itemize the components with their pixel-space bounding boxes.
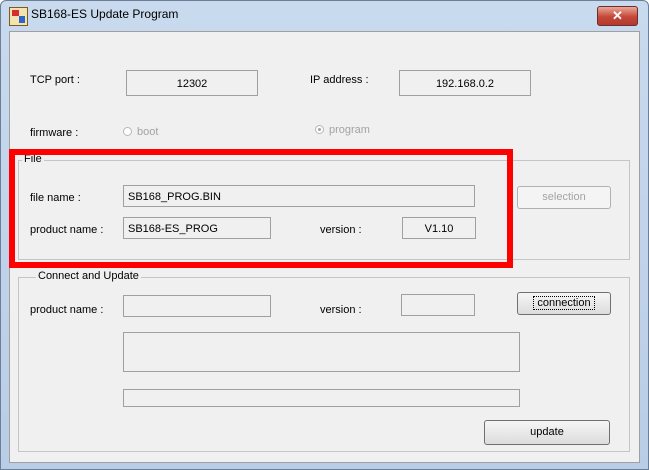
app-window: SB168-ES Update Program ✕ TCP port : 123…: [0, 0, 649, 470]
close-button[interactable]: ✕: [597, 6, 638, 26]
update-product-name-label: product name :: [30, 304, 104, 316]
file-group: [18, 160, 630, 260]
selection-button-label: selection: [542, 191, 586, 203]
file-name-field[interactable]: SB168_PROG.BIN: [123, 185, 475, 207]
update-group-title: Connect and Update: [36, 270, 141, 282]
product-name-label: product name :: [30, 224, 104, 236]
version-label: version :: [320, 224, 362, 236]
version-field[interactable]: V1.10: [402, 217, 476, 239]
radio-boot-indicator: [123, 127, 132, 136]
product-name-field[interactable]: SB168-ES_PROG: [123, 217, 271, 239]
tcp-port-label: TCP port :: [30, 74, 80, 86]
connection-button-label: connection: [533, 296, 595, 310]
file-name-label: file name :: [30, 192, 81, 204]
file-group-title: File: [22, 153, 44, 165]
update-product-name-field[interactable]: [123, 295, 271, 317]
ip-address-field[interactable]: 192.168.0.2: [399, 70, 531, 96]
client-area: TCP port : 12302 IP address : 192.168.0.…: [9, 31, 640, 463]
update-button[interactable]: update: [484, 420, 610, 445]
ip-address-label: IP address :: [310, 74, 369, 86]
firmware-label: firmware :: [30, 127, 79, 139]
update-button-label: update: [530, 426, 564, 438]
progress-bar: [123, 389, 520, 407]
app-icon: [9, 7, 28, 26]
connection-button[interactable]: connection: [517, 292, 611, 315]
radio-program-label: program: [329, 124, 370, 136]
selection-button[interactable]: selection: [517, 186, 611, 209]
window-title: SB168-ES Update Program: [31, 7, 179, 21]
title-bar[interactable]: SB168-ES Update Program ✕: [1, 1, 648, 31]
update-version-field[interactable]: [401, 294, 475, 316]
update-version-label: version :: [320, 304, 362, 316]
status-box: [123, 332, 520, 372]
radio-boot-label: boot: [137, 126, 159, 138]
tcp-port-field[interactable]: 12302: [126, 70, 258, 96]
radio-boot[interactable]: boot: [123, 126, 158, 138]
radio-program[interactable]: program: [315, 124, 370, 136]
radio-program-indicator: [315, 125, 324, 134]
